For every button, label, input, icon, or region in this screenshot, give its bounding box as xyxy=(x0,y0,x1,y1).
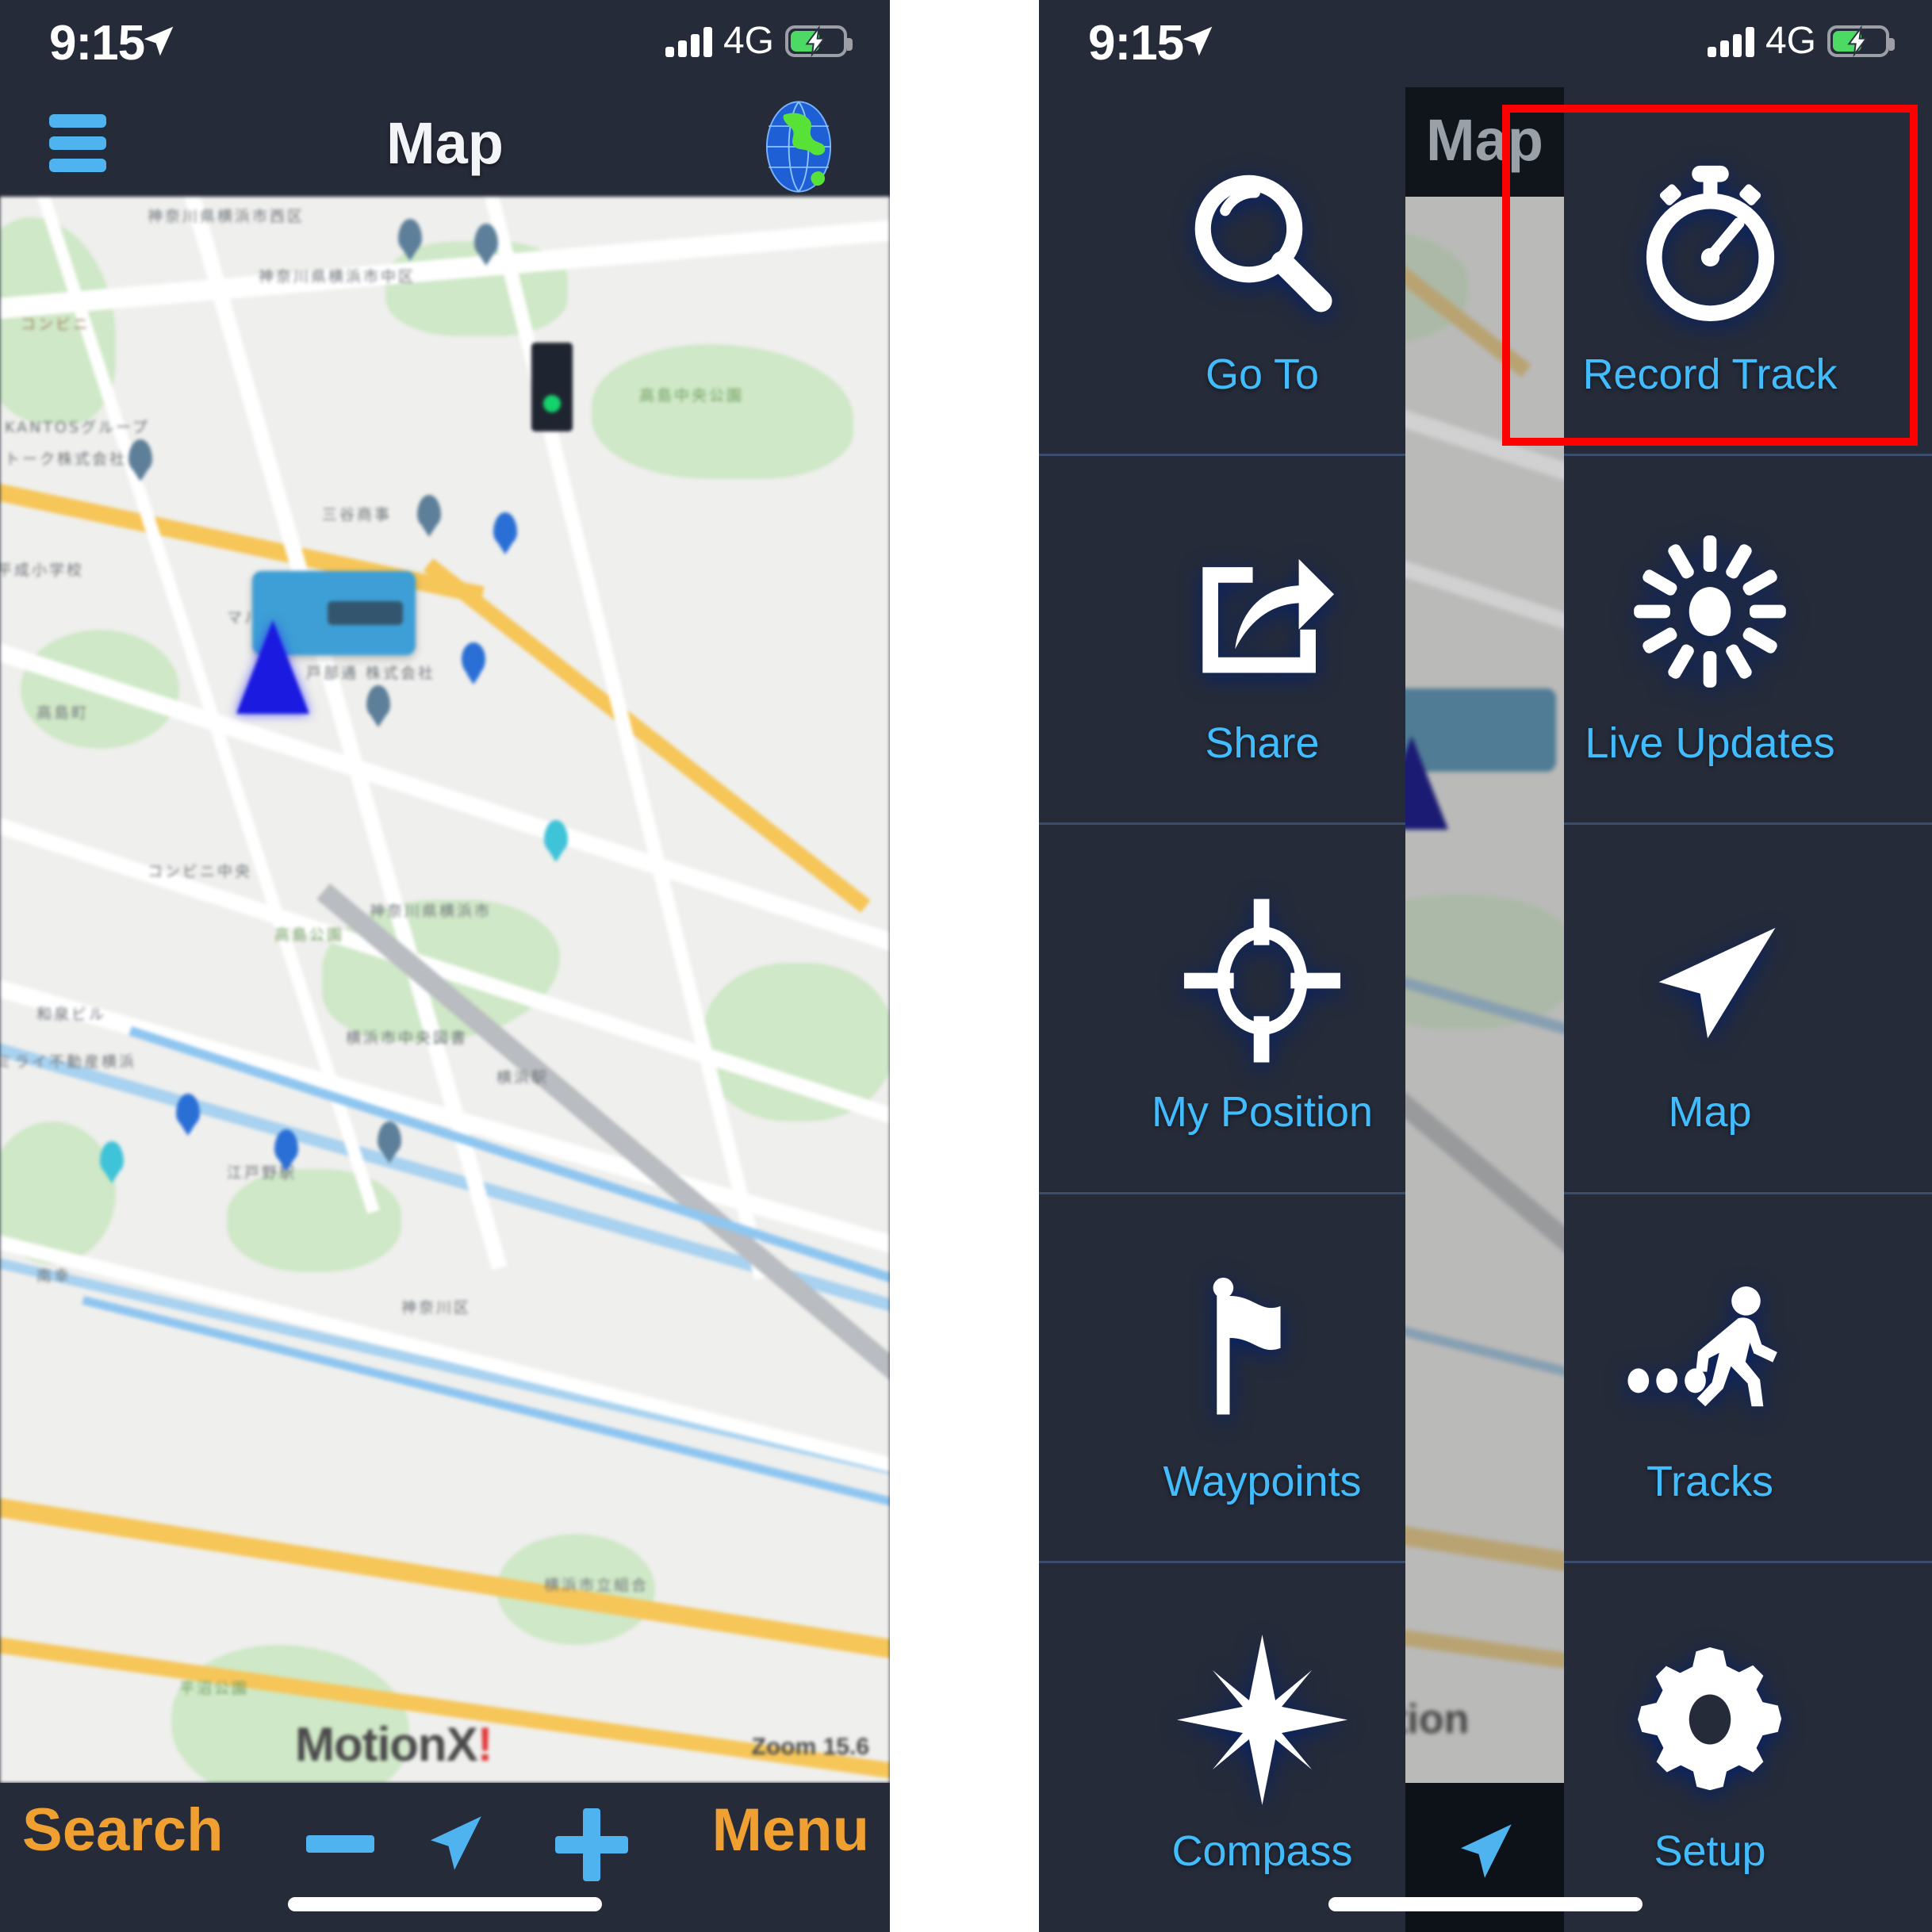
status-bar-time: 9:15 xyxy=(49,16,145,71)
cellular-signal-icon xyxy=(1707,25,1754,57)
navigation-arrow-icon xyxy=(1629,881,1792,1079)
menu-item-label: Compass xyxy=(1171,1827,1353,1876)
cellular-signal-icon xyxy=(665,25,712,57)
phone-separator xyxy=(890,0,1039,1932)
locate-me-button[interactable] xyxy=(419,1807,490,1880)
status-bar-indicators: 4G xyxy=(1707,20,1895,62)
home-indicator[interactable] xyxy=(288,1897,602,1911)
menu-item-tracks[interactable]: Tracks xyxy=(1485,1194,1932,1563)
share-arrow-icon xyxy=(1181,512,1344,711)
right-phone-screen: 9:15 4G Go To Record Track Share Live Up… xyxy=(1039,0,1932,1932)
menu-button[interactable]: Menu xyxy=(712,1800,869,1861)
zoom-out-button[interactable] xyxy=(306,1835,374,1853)
menu-item-compass[interactable]: Compass xyxy=(1039,1563,1485,1932)
menu-item-label: My Position xyxy=(1151,1088,1374,1137)
status-bar-left: 9:15 4G xyxy=(0,0,890,87)
menu-item-go-to[interactable]: Go To xyxy=(1039,87,1485,457)
menu-item-label: Share xyxy=(1205,719,1320,768)
stopwatch-icon xyxy=(1625,144,1796,342)
menu-item-label: Waypoints xyxy=(1163,1457,1362,1505)
menu-item-label: Setup xyxy=(1654,1827,1766,1876)
crosshair-target-icon xyxy=(1177,881,1347,1079)
traffic-signal-marker xyxy=(531,343,573,431)
menu-item-record-track[interactable]: Record Track xyxy=(1485,87,1932,457)
main-menu-grid: Go To Record Track Share Live Updates My… xyxy=(1039,87,1932,1932)
map-canvas[interactable]: 神奈川県横浜市西区 神奈川県横浜市中区 高島中央公園 コンビニ KANTOSグル… xyxy=(0,197,890,1783)
menu-item-share[interactable]: Share xyxy=(1039,456,1485,826)
network-type-label: 4G xyxy=(723,20,774,62)
menu-item-live-updates[interactable]: Live Updates xyxy=(1485,456,1932,826)
left-navbar: Map xyxy=(0,87,890,197)
menu-item-label: Map xyxy=(1668,1088,1752,1137)
menu-item-label: Go To xyxy=(1205,351,1320,399)
screenshot-canvas: 9:15 4G Map 神奈川県横浜市西区 神奈川県横浜市中区 高島中央公園 コ… xyxy=(0,0,1932,1932)
menu-item-label: Tracks xyxy=(1646,1457,1773,1505)
magnifier-icon xyxy=(1179,144,1346,342)
location-arrow-icon xyxy=(144,26,174,56)
status-bar-time: 9:15 xyxy=(1088,16,1184,71)
menu-item-label: Live Updates xyxy=(1585,719,1835,768)
current-position-arrow xyxy=(236,620,309,714)
menu-item-my-position[interactable]: My Position xyxy=(1039,825,1485,1194)
compass-star-icon xyxy=(1177,1620,1347,1819)
location-arrow-icon xyxy=(1183,26,1213,56)
network-type-label: 4G xyxy=(1765,20,1816,62)
status-bar-right: 9:15 4G xyxy=(1039,0,1932,87)
menu-item-map[interactable]: Map xyxy=(1485,825,1932,1194)
zoom-in-button[interactable] xyxy=(555,1808,628,1881)
motionx-watermark: MotionX! xyxy=(295,1718,493,1771)
menu-item-label: Record Track xyxy=(1582,351,1838,399)
search-button[interactable]: Search xyxy=(22,1800,224,1861)
battery-charging-icon xyxy=(1827,25,1895,57)
globe-icon[interactable] xyxy=(752,100,845,194)
menu-item-setup[interactable]: Setup xyxy=(1485,1562,1932,1932)
gear-icon xyxy=(1627,1620,1793,1819)
home-indicator[interactable] xyxy=(1328,1897,1643,1911)
battery-charging-icon xyxy=(785,25,853,57)
menu-item-waypoints[interactable]: Waypoints xyxy=(1039,1194,1485,1563)
left-bottom-toolbar: Search Menu xyxy=(0,1783,890,1932)
map-zoom-label: Zoom 15.6 xyxy=(751,1734,869,1760)
left-phone-screen: 9:15 4G Map 神奈川県横浜市西区 神奈川県横浜市中区 高島中央公園 コ… xyxy=(0,0,890,1932)
status-bar-indicators: 4G xyxy=(665,20,853,62)
sun-burst-icon xyxy=(1631,512,1789,711)
flag-icon xyxy=(1181,1251,1344,1449)
walking-person-icon xyxy=(1621,1251,1800,1449)
